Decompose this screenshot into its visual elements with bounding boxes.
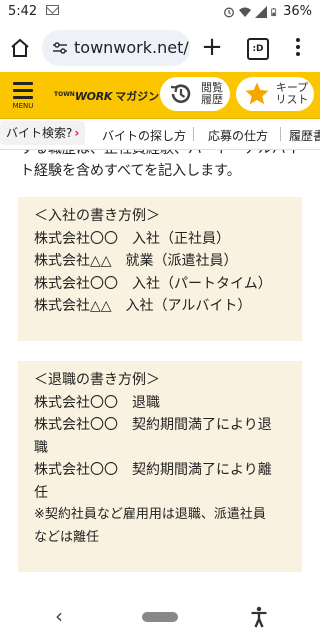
logo-town-text: TOWN (54, 91, 75, 98)
leave-example-box: ＜退職の書き方例＞ 株式会社〇〇 退職 株式会社〇〇 契約期間満了により退 職 株式… (18, 361, 302, 572)
mail-icon (46, 5, 59, 15)
new-tab-plus-icon[interactable]: + (200, 34, 224, 62)
leave-example-row: 株式会社〇〇 契約期間満了により離 (34, 462, 272, 478)
tab-how-to-search[interactable]: バイトの探し方 (102, 127, 186, 144)
status-time: 5:42 (8, 4, 38, 19)
join-example-box: ＜入社の書き方例＞ 株式会社〇〇 入社（正社員） 株式会社△△ 就業（派遣社員） 株… (18, 197, 302, 341)
leave-example-row: 株式会社〇〇 退職 (34, 394, 160, 411)
star-icon (245, 82, 269, 105)
site-logo[interactable]: TOWN WORK マガジン (54, 88, 159, 104)
article-content: する職歴は、正社員経験、パート・アルバイ ト経験を含めすべてを記入します。 ＜入… (0, 150, 320, 594)
join-example-title: ＜入社の書き方例＞ (34, 208, 160, 224)
tab-resume[interactable]: 履歴書 (289, 127, 320, 144)
leave-example-row-wrap: 任 (34, 484, 48, 501)
tab-switcher-icon[interactable]: :D (247, 38, 269, 60)
system-nav-bar: ‹ (0, 594, 320, 640)
join-example-row: 株式会社〇〇 入社（パートタイム） (34, 275, 272, 292)
intro-line: する職歴は、正社員経験、パート・アルバイ (20, 150, 302, 160)
tab-divider (280, 127, 281, 141)
signal-icon (255, 5, 268, 18)
site-settings-icon[interactable] (52, 40, 68, 56)
join-example-row: 株式会社〇〇 入社（正社員） (34, 230, 230, 247)
battery-percent: 36% (283, 4, 312, 19)
keep-list-label: キープ リスト (275, 81, 309, 106)
back-icon[interactable]: ‹ (55, 606, 69, 626)
menu-label: MENU (12, 102, 34, 110)
logo-magazine-text: マガジン (115, 90, 160, 103)
site-header: MENU TOWN WORK マガジン 閲覧 履歴 キープ リスト (0, 72, 320, 119)
accessibility-icon[interactable] (250, 606, 268, 628)
logo-work-text: WORK (74, 90, 113, 103)
more-menu-icon[interactable] (290, 36, 306, 60)
tab-how-to-apply[interactable]: 応募の仕方 (208, 127, 268, 144)
leave-example-note: ※契約社員など雇用用は退職、派遣社員 (34, 507, 266, 522)
browser-toolbar: townwork.net/r + :D (0, 24, 320, 72)
menu-button[interactable]: MENU (8, 78, 38, 112)
status-bar: 5:42 36% (0, 0, 320, 24)
intro-line: ト経験を含めすべてを記入します。 (20, 163, 241, 179)
category-tabs: バイト検索?› バイトの探し方 応募の仕方 履歴書 (0, 119, 320, 150)
history-button[interactable]: 閲覧 履歴 (160, 77, 230, 111)
keep-list-button[interactable]: キープ リスト (236, 77, 314, 111)
leave-example-row: 株式会社〇〇 契約期間満了により退 (34, 417, 272, 433)
status-icons: 36% (223, 4, 312, 19)
tab-divider (193, 127, 194, 141)
address-bar[interactable]: townwork.net/r (42, 30, 190, 66)
wifi-icon (239, 7, 252, 17)
leave-example-note: などは離任 (34, 529, 100, 545)
history-label: 閲覧 履歴 (201, 81, 223, 106)
home-icon[interactable] (8, 36, 32, 60)
history-icon (170, 84, 191, 103)
intro-paragraph: する職歴は、正社員経験、パート・アルバイ ト経験を含めすべてを記入します。 (20, 150, 302, 182)
join-example-row: 株式会社△△ 入社（アルバイト） (34, 298, 252, 314)
alarm-icon (224, 7, 235, 17)
join-example-row: 株式会社△△ 就業（派遣社員） (34, 253, 238, 269)
battery-icon (271, 7, 277, 16)
tab-job-search[interactable]: バイト検索? › (0, 121, 86, 145)
leave-example-row-wrap: 職 (34, 439, 48, 456)
home-pill-icon[interactable] (142, 612, 178, 622)
url-text[interactable]: townwork.net/r (74, 38, 190, 57)
leave-example-title: ＜退職の書き方例＞ (34, 372, 160, 388)
